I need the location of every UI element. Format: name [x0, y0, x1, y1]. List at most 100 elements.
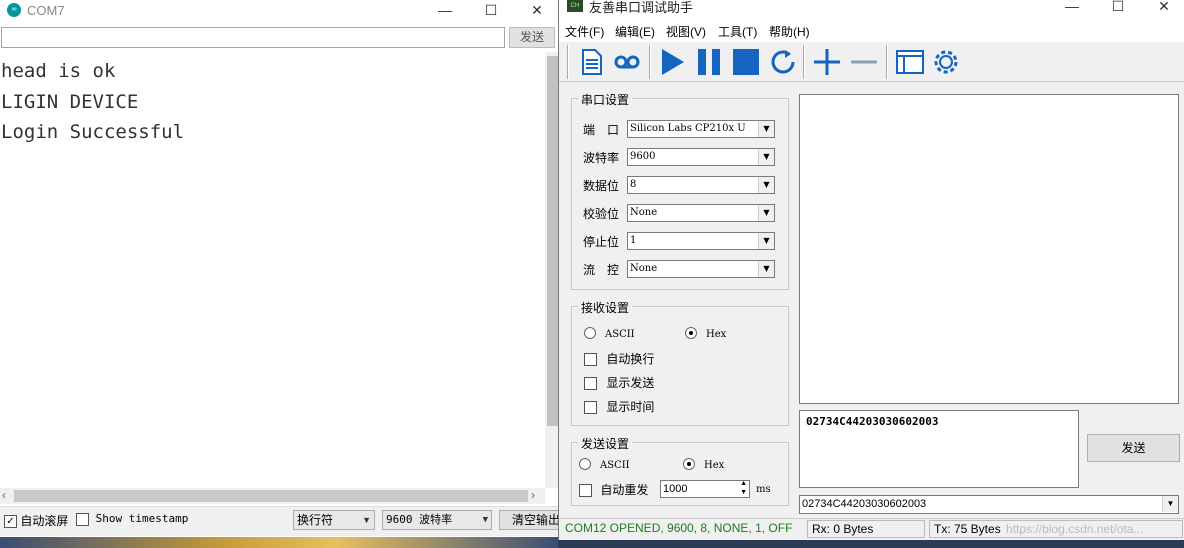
menu-view[interactable]: 视图(V) — [666, 23, 706, 40]
flow-label: 流 控 — [583, 263, 620, 277]
window-icon[interactable] — [894, 46, 926, 78]
port-value: Silicon Labs CP210x U — [630, 123, 746, 134]
show-send-label: 显示发送 — [606, 376, 655, 390]
plus-icon[interactable] — [811, 46, 843, 78]
databits-value: 8 — [630, 179, 637, 190]
flow-select[interactable]: None ▼ — [627, 260, 775, 278]
output-line: LIGIN DEVICE — [1, 90, 139, 113]
line-ending-select[interactable]: 换行符 ▼ — [293, 510, 375, 530]
parity-label: 校验位 — [583, 207, 620, 221]
baud-select[interactable]: 9600 ▼ — [627, 148, 775, 166]
new-file-icon[interactable] — [575, 46, 607, 78]
send-hex-radio[interactable] — [683, 458, 695, 470]
flow-value: None — [630, 263, 658, 274]
send-input[interactable] — [1, 27, 505, 48]
receive-textarea[interactable] — [799, 94, 1179, 404]
port-status: COM12 OPENED, 9600, 8, NONE, 1, OFF — [565, 521, 793, 535]
toolbar-separator — [567, 45, 569, 79]
send-button[interactable]: 发送 — [1087, 434, 1180, 462]
desktop-wallpaper — [0, 537, 558, 548]
menu-edit[interactable]: 编辑(E) — [615, 23, 655, 40]
close-button[interactable]: ✕ — [1141, 0, 1184, 22]
pause-icon[interactable] — [693, 46, 725, 78]
send-ascii-label: ASCII — [600, 460, 630, 471]
maximize-button[interactable]: ☐ — [1095, 0, 1141, 22]
parity-value: None — [630, 207, 658, 218]
send-ascii-radio[interactable] — [579, 458, 591, 470]
send-button[interactable]: 发送 — [509, 27, 555, 48]
output-line: head is ok — [1, 60, 116, 82]
autowrap-checkbox[interactable]: 自动换行 — [584, 350, 654, 367]
chevron-down-icon: ▼ — [758, 205, 774, 221]
stop-icon[interactable] — [730, 46, 762, 78]
checkbox-box — [579, 484, 592, 498]
window-title: 友善串口调试助手 — [589, 0, 694, 15]
send-text: 02734C44203030602003 — [806, 415, 939, 428]
checkbox-box — [584, 401, 597, 415]
serial-settings-title: 串口设置 — [578, 91, 633, 108]
gear-icon[interactable] — [930, 46, 962, 78]
chevron-down-icon: ▼ — [758, 121, 774, 137]
menu-tools[interactable]: 工具(T) — [718, 23, 757, 40]
spin-arrows-icon[interactable]: ▲ ▼ — [740, 479, 747, 497]
checkbox-box — [584, 377, 597, 391]
minimize-button[interactable]: — — [1049, 0, 1095, 22]
receive-settings-title: 接收设置 — [578, 299, 633, 316]
play-icon[interactable] — [657, 46, 689, 78]
receive-hex-radio[interactable] — [685, 327, 697, 339]
receive-ascii-radio[interactable] — [584, 327, 596, 339]
stopbits-select[interactable]: 1 ▼ — [627, 232, 775, 250]
send-textarea[interactable]: 02734C44203030602003 — [799, 410, 1079, 488]
checkbox-box — [76, 512, 89, 526]
scroll-left-icon[interactable]: ‹ — [2, 488, 6, 502]
autoscroll-checkbox[interactable]: ✓ 自动滚屏 — [4, 512, 68, 529]
rx-count: Rx: 0 Bytes — [807, 520, 925, 538]
close-button[interactable]: ✕ — [514, 0, 560, 22]
baud-select[interactable]: 9600 波特率 ▼ — [382, 510, 492, 530]
menu-file[interactable]: 文件(F) — [565, 23, 604, 40]
toolbar-separator — [886, 45, 888, 79]
serial-monitor-window: ∞ COM7 — ☐ ✕ 发送 head is ok LIGIN DEVICE … — [0, 0, 560, 537]
minimize-button[interactable]: — — [422, 0, 468, 22]
serial-assistant-window: CH 友善串口调试助手 — ☐ ✕ 文件(F) 编辑(E) 视图(V) 工具(T… — [558, 0, 1184, 540]
timestamp-label: Show timestamp — [95, 512, 189, 525]
maximize-button[interactable]: ☐ — [468, 0, 514, 22]
show-time-checkbox[interactable]: 显示时间 — [584, 398, 654, 415]
horizontal-scroll-thumb[interactable] — [14, 490, 528, 502]
menu-help[interactable]: 帮助(H) — [769, 23, 810, 40]
tx-count: Tx: 75 Bytes — [934, 522, 1001, 536]
parity-select[interactable]: None ▼ — [627, 204, 775, 222]
toolbar-separator — [649, 45, 651, 79]
chevron-down-icon: ▼ — [758, 149, 774, 165]
watermark: https://blog.csdn.net/ota... — [1006, 522, 1144, 536]
timestamp-checkbox[interactable]: Show timestamp — [76, 512, 188, 526]
stopbits-value: 1 — [630, 235, 637, 246]
chevron-down-icon: ▼ — [482, 515, 488, 525]
title-bar: CH 友善串口调试助手 — ☐ ✕ — [559, 0, 1184, 20]
auto-resend-checkbox[interactable]: 自动重发 — [579, 481, 648, 498]
send-history-select[interactable]: 02734C44203030602003 ▼ — [799, 495, 1179, 514]
refresh-icon[interactable] — [767, 46, 799, 78]
databits-label: 数据位 — [583, 179, 620, 193]
vertical-scroll-thumb[interactable] — [547, 56, 558, 426]
databits-select[interactable]: 8 ▼ — [627, 176, 775, 194]
send-row: 发送 — [0, 26, 560, 50]
port-select[interactable]: Silicon Labs CP210x U ▼ — [627, 120, 775, 138]
record-icon[interactable] — [611, 46, 643, 78]
checkbox-box — [584, 353, 597, 367]
window-title: COM7 — [27, 3, 65, 18]
output-line: Login Successful — [1, 121, 185, 143]
scroll-right-icon[interactable]: › — [531, 488, 535, 502]
show-time-label: 显示时间 — [606, 400, 655, 414]
clear-output-button[interactable]: 清空输出 — [499, 510, 560, 530]
interval-input[interactable] — [661, 481, 731, 497]
interval-spinbox[interactable]: ▲▼ — [660, 480, 750, 498]
minus-icon[interactable] — [848, 46, 880, 78]
show-send-checkbox[interactable]: 显示发送 — [584, 374, 654, 391]
auto-resend-label: 自动重发 — [600, 483, 649, 497]
arduino-icon: ∞ — [7, 3, 21, 17]
baud-value: 9600 — [630, 151, 656, 162]
chevron-down-icon: ▼ — [758, 177, 774, 193]
autowrap-label: 自动换行 — [606, 352, 655, 366]
port-label: 端 口 — [583, 123, 620, 137]
